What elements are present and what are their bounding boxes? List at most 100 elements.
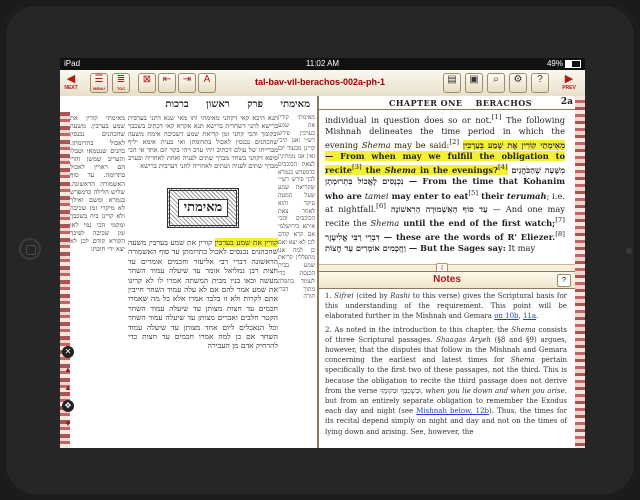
text-span: (cited by	[353, 292, 391, 300]
text-span: Sifrei	[334, 292, 354, 300]
cross-reference-link[interactable]: Mishnah below, 12b	[416, 407, 489, 415]
next-label: NEXT	[64, 85, 78, 91]
triangle-up-icon[interactable]: ▲	[62, 364, 74, 376]
font-size-button[interactable]: A	[198, 73, 216, 93]
text-span: It may	[505, 243, 536, 254]
home-button[interactable]	[19, 238, 41, 260]
notes-help-button[interactable]: ?	[557, 274, 571, 287]
gear-icon: ⚙	[513, 74, 523, 85]
notes-splitter[interactable]: ⇩	[319, 263, 575, 274]
text-span: Rashi	[390, 292, 411, 300]
chapter-label: CHAPTER ONE	[389, 98, 463, 108]
mishnah-text: קורין את שמע בערבין קורין את שמע בערבין …	[128, 238, 278, 438]
gemara-top-text: תנא היכא קאי דקתני מאימתי ותו מאי שנא דת…	[128, 114, 278, 170]
menu-label: MENU	[93, 86, 105, 91]
note-number: 2.	[325, 325, 332, 334]
list-icon: ≣	[116, 74, 126, 85]
briefcase-button[interactable]: ▣	[465, 73, 483, 93]
tractate-label: BERACHOS	[475, 98, 533, 108]
rashi-text: מאימתי קורין את שמע בערבין. משעה שהכהנים…	[70, 114, 125, 254]
page-title: tal-bav-vil-berachos-002a-ph-1	[254, 77, 386, 87]
chapter-heading: CHAPTER ONE BERACHOS	[389, 98, 532, 108]
text-span: tamei	[364, 190, 389, 201]
arrow-left-icon: ◀	[66, 73, 76, 85]
menu-button[interactable]: ☰ MENU	[90, 73, 108, 93]
move-icon[interactable]: ✥	[62, 400, 74, 412]
note-item: 1. Sifrei (cited by Rashi to this verse)…	[325, 291, 567, 322]
search-icon: ⌕	[493, 74, 499, 85]
tosafot-text: מאימתי קורין את שמע בערבין פירש רש״י ואנ…	[278, 114, 315, 301]
footnote-ref[interactable]: [4]	[498, 163, 508, 171]
triangle-down-icon[interactable]: ▼	[62, 418, 74, 430]
text-span: Shema	[384, 165, 417, 176]
footnote-ref[interactable]: [7]	[555, 216, 565, 224]
highlighted-phrase[interactable]: קורין את שמע בערבין	[214, 238, 278, 247]
talmud-page-header: מאימתי פרק ראשון ברכות	[70, 99, 310, 111]
text-span: in the evenings?	[416, 165, 498, 176]
hebrew-phrase: דִּבְרֵי רַבִּי אֱלִיעֶזֶר	[325, 232, 380, 243]
toolbar: ◀ NEXT ☰ MENU ≣ TOC ⊠ ⇤ ⇥ A tal-bav-vil-…	[60, 70, 585, 97]
text-span: — these are the words of R' Eliezer.	[379, 232, 556, 243]
header-word: ראשון	[206, 99, 230, 110]
footnote-ref[interactable]: [2]	[449, 138, 459, 146]
note-number: 1.	[325, 292, 332, 300]
opening-word-panel: מאימתי	[167, 188, 239, 228]
cross-reference-link[interactable]: 11a	[523, 312, 536, 320]
header-word: מאימתי	[280, 99, 310, 110]
right-border-ornament	[575, 96, 585, 448]
help-button[interactable]: ?	[531, 73, 549, 93]
arrow-left-icon: ⇤	[162, 74, 172, 85]
text-span: — But the Sages say:	[405, 243, 506, 254]
bookmarks-button[interactable]: ▤	[443, 73, 461, 93]
panel-right-button[interactable]: ⇥	[178, 73, 196, 93]
footnote-ref[interactable]: [1]	[492, 113, 502, 121]
panel-left-button[interactable]: ⇤	[158, 73, 176, 93]
page-number: 2a	[560, 97, 573, 107]
font-icon: A	[203, 74, 211, 85]
settings-button[interactable]: ⚙	[509, 73, 527, 93]
note-item: 2. As noted in the introduction to this …	[325, 325, 567, 437]
hebrew-phrase: מֵאֵימָתַי קוֹרִין אֶת שְׁמַע בְּעַרְבִי…	[462, 139, 565, 150]
device-bezel: iPad 11:02 AM 49% ◀ NEXT ☰ MENU ≣ TOC ⊠ …	[0, 0, 640, 500]
rashi-commentary[interactable]: מאימתי קורין את שמע בערבין. משעה שהכהנים…	[70, 114, 125, 414]
mishnah-body: קורין את שמע בערבין משעה שהכהנים נכנסים …	[128, 238, 278, 351]
translation-header: CHAPTER ONE BERACHOS 2a	[319, 96, 575, 110]
text-span: Shema	[511, 325, 536, 334]
footnote-ref[interactable]: [5]	[468, 189, 478, 197]
main-talmud-column[interactable]: תנא היכא קאי דקתני מאימתי ותו מאי שנא דת…	[128, 114, 278, 438]
help-icon: ?	[537, 74, 543, 85]
text-span: may enter to eat	[388, 190, 469, 201]
close-circle-icon[interactable]: ✕	[62, 346, 74, 358]
search-button[interactable]: ⌕	[487, 73, 505, 93]
translation-text[interactable]: individual in question does so or not.[1…	[325, 112, 565, 255]
footnote-ref[interactable]: [6]	[376, 202, 386, 210]
header-word: פרק	[247, 99, 263, 110]
close-panel-button[interactable]: ⊠	[138, 73, 156, 93]
briefcase-icon: ▣	[469, 74, 479, 85]
footnote-ref[interactable]: [3]	[352, 163, 362, 171]
text-span: Shema	[510, 356, 535, 365]
toc-button[interactable]: ≣ TOC	[112, 73, 130, 93]
cross-reference-link[interactable]: on 10b	[494, 312, 518, 320]
translation-page[interactable]: CHAPTER ONE BERACHOS 2a individual in qu…	[319, 96, 585, 448]
text-span: As noted in the introduction to this cha…	[331, 325, 512, 334]
close-icon: ⊠	[142, 74, 152, 85]
hebrew-phrase: עַד סוֹף הָאַשְׁמוּרָה הָרִאשׁוֹנָה	[390, 204, 488, 215]
next-button[interactable]: ◀ NEXT	[63, 73, 79, 93]
footnote-ref[interactable]: [8]	[555, 230, 565, 238]
header-word: ברכות	[165, 99, 189, 110]
text-span: the	[361, 165, 385, 176]
arrow-right-icon: ▶	[564, 73, 574, 85]
notes-title: Notes	[433, 274, 461, 285]
prev-button[interactable]: ▶ PREV	[561, 73, 577, 93]
toc-label: TOC	[116, 86, 126, 91]
triangle-up-icon[interactable]: ▲	[62, 382, 74, 394]
text-span: may be said:	[390, 139, 450, 150]
talmud-page[interactable]: מאימתי פרק ראשון ברכות מאימתי קורין את ש…	[60, 96, 319, 448]
status-time: 11:02 AM	[305, 59, 340, 68]
text-span: their	[478, 190, 507, 201]
hebrew-phrase: וַחֲכָמִים אוֹמְרִים עַד חֲצוֹת	[325, 243, 406, 254]
text-span: until the end of the first watch;	[399, 218, 556, 229]
notes-panel[interactable]: 1. Sifrei (cited by Rashi to this verse)…	[325, 291, 567, 440]
tosafot-commentary[interactable]: מאימתי קורין את שמע בערבין פירש רש״י ואנ…	[278, 114, 315, 444]
